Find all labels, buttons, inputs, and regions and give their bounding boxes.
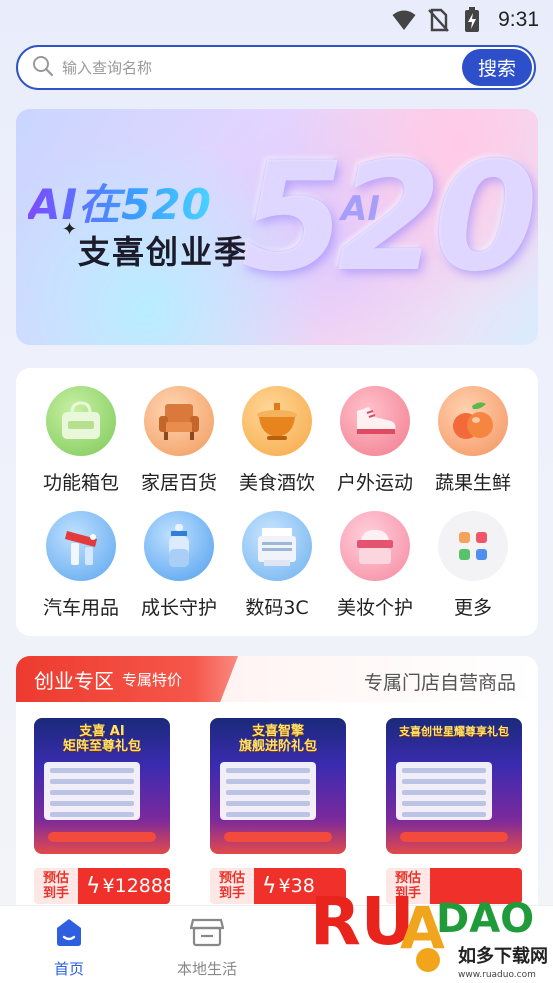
product-image: 支喜智擎 旗舰进阶礼包: [210, 718, 346, 854]
more-grid-icon: [438, 511, 508, 581]
product-ribbon: [224, 832, 332, 842]
product-title: 支喜创世星耀尊享礼包: [399, 725, 509, 738]
status-bar: 9:31: [0, 0, 553, 40]
wifi-icon: [392, 8, 416, 32]
baby-bottle-icon: [144, 511, 214, 581]
price-tag: 预估 到手 ϟ ¥12888: [34, 868, 170, 904]
hotpot-icon: [242, 386, 312, 456]
category-item-bags[interactable]: 功能箱包: [31, 386, 131, 495]
product-title: 支喜 AI 矩阵至尊礼包: [62, 724, 141, 754]
nav-item-home[interactable]: 首页: [14, 916, 124, 979]
banner-big-number: 520: [240, 131, 538, 305]
category-item-growth[interactable]: 成长守护: [129, 511, 229, 620]
watermark-logo: RU A DAO 如多下载网 www.ruaduo.com: [306, 862, 553, 983]
cream-jar-icon: [340, 511, 410, 581]
sneaker-icon: [340, 386, 410, 456]
category-item-beauty[interactable]: 美妆个护: [325, 511, 425, 620]
lightning-icon: ϟ: [86, 873, 101, 899]
watermark-url: www.ruaduo.com: [458, 970, 536, 980]
category-item-digital[interactable]: 数码3C: [227, 511, 327, 620]
nav-label: 首页: [53, 960, 84, 978]
product-info-panel: [396, 762, 492, 820]
search-bar: 搜索: [16, 45, 536, 90]
category-item-more[interactable]: 更多: [423, 511, 523, 620]
product-image: 支喜 AI 矩阵至尊礼包: [34, 718, 170, 854]
status-time: 9:31: [498, 8, 539, 31]
bag-icon: [46, 386, 116, 456]
product-ribbon: [400, 832, 508, 842]
category-item-outdoor[interactable]: 户外运动: [325, 386, 425, 495]
category-label: 家居百货: [140, 472, 217, 494]
section-title: 创业专区: [34, 668, 114, 693]
category-label: 美食酒饮: [238, 472, 315, 494]
category-item-home[interactable]: 家居百货: [129, 386, 229, 495]
promo-banner[interactable]: 520 AI AI在520 ✦ 支喜创业季: [16, 109, 538, 345]
no-sim-icon: [426, 8, 450, 32]
home-icon: [53, 916, 85, 952]
store-icon: [189, 916, 225, 952]
product-ribbon: [48, 832, 156, 842]
price-amount: ¥12888: [102, 875, 170, 897]
battery-charging-icon: [460, 7, 484, 32]
category-label: 数码3C: [245, 597, 309, 619]
category-label: 汽车用品: [42, 597, 119, 619]
nav-item-local-life[interactable]: 本地生活: [152, 916, 262, 979]
category-item-fresh[interactable]: 蔬果生鲜: [423, 386, 523, 495]
armchair-icon: [144, 386, 214, 456]
banner-ai-text: AI: [341, 189, 380, 229]
category-grid: 功能箱包 家居百货 美食酒饮 户外运动 蔬果生鲜 汽车用品 成长守护 数码3C …: [16, 368, 538, 636]
banner-subtitle: 支喜创业季: [78, 233, 249, 271]
section-header: 创业专区 专属特价 专属门店自营商品: [16, 656, 538, 702]
product-image: 支喜创世星耀尊享礼包: [386, 718, 522, 854]
price-label: 预估 到手: [34, 868, 78, 904]
category-item-auto[interactable]: 汽车用品: [31, 511, 131, 620]
product-card[interactable]: 支喜 AI 矩阵至尊礼包 预估 到手 ϟ ¥12888: [34, 718, 170, 904]
category-item-food[interactable]: 美食酒饮: [227, 386, 327, 495]
sparkle-icon: ✦: [62, 219, 78, 240]
printer-icon: [242, 511, 312, 581]
car-wash-icon: [46, 511, 116, 581]
product-info-panel: [220, 762, 316, 820]
section-tab[interactable]: 创业专区 专属特价: [16, 656, 238, 702]
product-title: 支喜智擎 旗舰进阶礼包: [238, 724, 317, 754]
search-icon: [32, 55, 54, 81]
category-label: 功能箱包: [42, 472, 119, 494]
svg-text:RU: RU: [310, 883, 414, 960]
category-label: 更多: [453, 597, 492, 619]
category-label: 户外运动: [336, 472, 413, 494]
price-label: 预估 到手: [210, 868, 254, 904]
lightning-icon: ϟ: [262, 873, 277, 899]
peach-icon: [438, 386, 508, 456]
banner-title: AI在520: [28, 171, 212, 232]
watermark-site: 如多下载网: [458, 945, 548, 967]
category-label: 成长守护: [140, 597, 217, 619]
product-info-panel: [44, 762, 140, 820]
svg-text:DAO: DAO: [436, 896, 534, 942]
section-right-link[interactable]: 专属门店自营商品: [364, 668, 516, 695]
section-subtitle: 专属特价: [122, 670, 183, 689]
category-label: 蔬果生鲜: [434, 472, 511, 494]
search-button[interactable]: 搜索: [462, 49, 532, 86]
nav-label: 本地生活: [176, 960, 237, 978]
price-value: ϟ ¥12888: [78, 868, 170, 904]
category-label: 美妆个护: [336, 597, 413, 619]
